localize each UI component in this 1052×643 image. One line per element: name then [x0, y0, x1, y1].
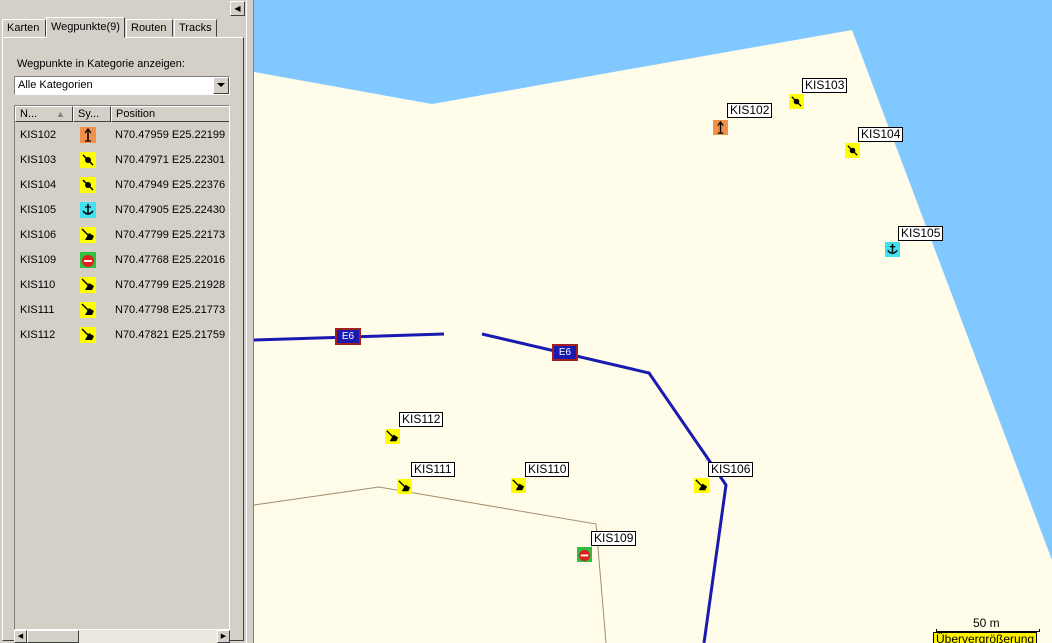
waypoint-label[interactable]: KIS110: [525, 462, 570, 477]
waypoint-label[interactable]: KIS109: [591, 531, 637, 546]
list-item[interactable]: KIS109 N70.47768 E25.22016: [15, 248, 229, 273]
waypoint-name: KIS105: [20, 204, 57, 216]
list-item[interactable]: KIS105 N70.47905 E25.22430: [15, 198, 229, 223]
anchor-icon: [80, 202, 96, 218]
no-entry-icon: [80, 252, 96, 268]
tab-routen[interactable]: Routen: [126, 19, 173, 37]
waypoint-position: N70.47768 E25.22016: [115, 254, 226, 266]
waypoint-panel: ◀ Karten Wegpunkte(9) Routen Tracks Wegp…: [0, 0, 246, 643]
tent-icon: [80, 327, 96, 343]
tab-karten[interactable]: Karten: [2, 19, 46, 37]
list-item[interactable]: KIS104 N70.47949 E25.22376: [15, 173, 229, 198]
scroll-left-icon[interactable]: ◀: [14, 630, 27, 643]
anchor-icon[interactable]: [885, 242, 900, 257]
column-symbol-header[interactable]: Sy...: [73, 106, 111, 122]
list-item[interactable]: KIS106 N70.47799 E25.22173: [15, 223, 229, 248]
water-area: [254, 0, 1052, 560]
tent-icon: [80, 227, 96, 243]
pin-icon: [80, 152, 96, 168]
waypoint-position: N70.47798 E25.21773: [115, 304, 226, 316]
list-item[interactable]: KIS103 N70.47971 E25.22301: [15, 148, 229, 173]
category-select-value: Alle Kategorien: [18, 79, 93, 91]
list-item[interactable]: KIS102 N70.47959 E25.22199: [15, 123, 229, 148]
waypoint-name: KIS104: [20, 179, 57, 191]
pin-icon[interactable]: [789, 94, 804, 109]
column-position-header[interactable]: Position: [111, 106, 229, 122]
tab-wegpunkte[interactable]: Wegpunkte(9): [46, 17, 125, 38]
panel-top-bar: ◀: [0, 0, 246, 17]
category-select[interactable]: Alle Kategorien: [14, 76, 230, 95]
map-canvas: [254, 0, 1052, 643]
tent-icon[interactable]: [694, 478, 709, 493]
tower-icon[interactable]: [713, 120, 728, 135]
waypoint-position: N70.47799 E25.21928: [115, 279, 226, 291]
list-item[interactable]: KIS110 N70.47799 E25.21928: [15, 273, 229, 298]
tab-tracks[interactable]: Tracks: [174, 19, 217, 37]
scale-label: 50 m: [973, 616, 1000, 630]
road-shield-e6: E6: [335, 328, 361, 345]
waypoint-list[interactable]: N... ▲ Sy... Position KIS102 N70.47959 E2…: [14, 105, 230, 630]
pin-icon[interactable]: [845, 143, 860, 158]
no-entry-icon[interactable]: [577, 547, 592, 562]
waypoint-position: N70.47949 E25.22376: [115, 179, 226, 191]
waypoint-position: N70.47905 E25.22430: [115, 204, 226, 216]
waypoint-position: N70.47821 E25.21759: [115, 329, 226, 341]
footpath: [254, 486, 607, 643]
waypoint-label[interactable]: KIS103: [802, 78, 848, 93]
tent-icon[interactable]: [397, 479, 412, 494]
list-item[interactable]: KIS111 N70.47798 E25.21773: [15, 298, 229, 323]
tent-icon[interactable]: [385, 429, 400, 444]
tent-icon[interactable]: [511, 478, 526, 493]
collapse-panel-button[interactable]: ◀: [230, 1, 245, 16]
map-view[interactable]: E6 E6 KIS102 KIS103 KIS104 KIS105 KIS112 KIS1…: [254, 0, 1052, 643]
waypoint-label[interactable]: KIS102: [727, 103, 773, 118]
dropdown-arrow-icon[interactable]: [213, 77, 229, 94]
waypoint-name: KIS110: [20, 279, 56, 291]
scrollbar-thumb[interactable]: [27, 630, 79, 643]
tower-icon: [80, 127, 96, 143]
list-item[interactable]: KIS112 N70.47821 E25.21759: [15, 323, 229, 348]
pin-icon: [80, 177, 96, 193]
waypoint-name: KIS103: [20, 154, 57, 166]
waypoint-label[interactable]: KIS105: [898, 226, 944, 241]
panel-tabs: Karten Wegpunkte(9) Routen Tracks: [2, 17, 244, 38]
waypoint-label[interactable]: KIS106: [708, 462, 754, 477]
waypoint-label[interactable]: KIS112: [399, 412, 444, 427]
waypoint-position: N70.47799 E25.22173: [115, 229, 226, 241]
column-name-header[interactable]: N... ▲: [15, 106, 73, 122]
waypoint-position: N70.47971 E25.22301: [115, 154, 226, 166]
road-shield-e6: E6: [552, 344, 578, 361]
tent-icon: [80, 277, 96, 293]
list-horizontal-scrollbar[interactable]: ◀ ▶: [14, 630, 230, 643]
waypoint-name: KIS106: [20, 229, 57, 241]
over-zoom-badge: Übervergrößerung: [933, 632, 1038, 643]
waypoint-name: KIS112: [20, 329, 56, 341]
waypoint-label[interactable]: KIS104: [858, 127, 904, 142]
panel-splitter[interactable]: [246, 0, 254, 643]
category-label: Wegpunkte in Kategorie anzeigen:: [17, 58, 185, 70]
scroll-right-icon[interactable]: ▶: [217, 630, 230, 643]
sort-ascending-icon: ▲: [56, 109, 65, 119]
waypoint-name: KIS111: [20, 304, 55, 316]
list-header: N... ▲ Sy... Position: [15, 106, 229, 122]
waypoint-label[interactable]: KIS111: [411, 462, 455, 477]
waypoint-position: N70.47959 E25.22199: [115, 129, 226, 141]
tent-icon: [80, 302, 96, 318]
waypoint-name: KIS109: [20, 254, 57, 266]
waypoint-name: KIS102: [20, 129, 57, 141]
